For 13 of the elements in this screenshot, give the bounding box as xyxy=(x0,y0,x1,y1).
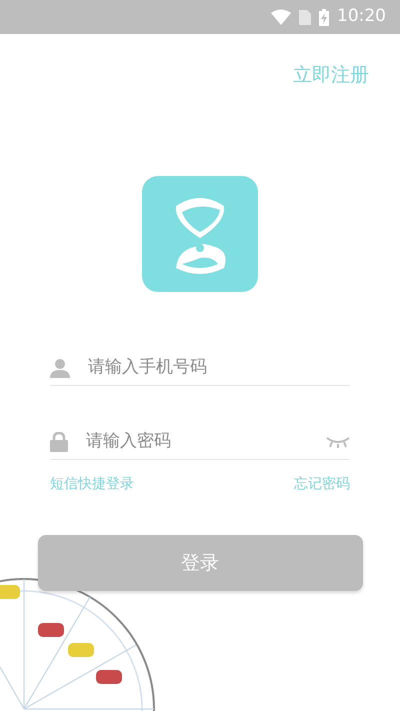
register-link[interactable]: 立即注册 xyxy=(293,52,369,98)
wifi-icon xyxy=(271,9,291,25)
sms-login-link[interactable]: 短信快捷登录 xyxy=(50,474,134,495)
closed-eye-icon[interactable] xyxy=(326,436,350,448)
app-logo-icon xyxy=(142,176,258,292)
lock-icon xyxy=(50,432,68,452)
forgot-password-link[interactable]: 忘记密码 xyxy=(294,474,350,495)
battery-charging-icon xyxy=(319,8,329,26)
user-icon xyxy=(50,358,70,378)
status-time: 10:20 xyxy=(337,5,386,28)
no-sim-icon xyxy=(299,10,311,24)
phone-input-field[interactable]: 请输入手机号码 xyxy=(86,354,350,382)
password-input-field[interactable]: 请输入密码 xyxy=(84,428,310,456)
